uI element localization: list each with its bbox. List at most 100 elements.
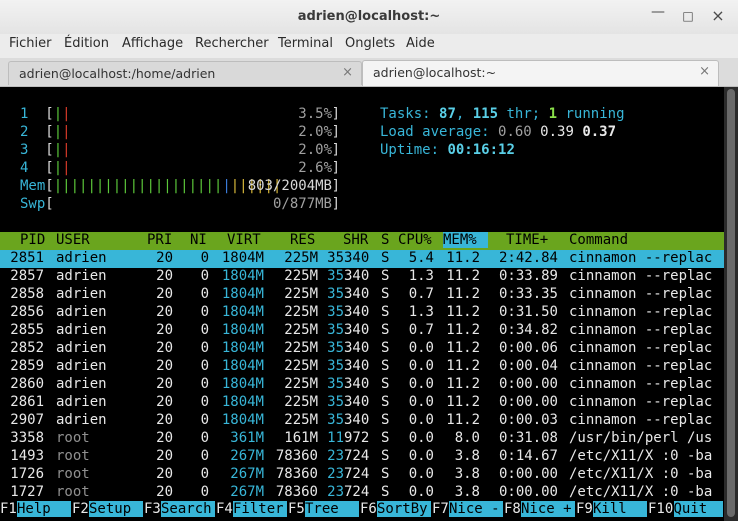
cell-ni: 0: [200, 286, 209, 302]
process-row[interactable]: 1493 root 20 0 267M 78360 23 724 S 0.0 3.8 0:14.67 /…: [0, 448, 724, 466]
cell-mem: 11.2: [446, 250, 480, 266]
col-mem[interactable]: MEM%: [443, 232, 488, 248]
fkey-label[interactable]: Quit: [673, 501, 723, 517]
process-row[interactable]: 2851 adrien 20 0 1804M 225M 35 340 S 5.4 11.2 2:42.…: [0, 250, 724, 268]
col-shr[interactable]: SHR: [343, 232, 368, 248]
menu-terminal[interactable]: Terminal: [278, 36, 333, 51]
cell-res: 225M: [284, 394, 318, 410]
cell-shr-a: 35: [327, 268, 344, 284]
col-s[interactable]: S: [381, 232, 389, 248]
process-row[interactable]: 2852 adrien 20 0 1804M 225M 35 340 S 0.0 11.2 0:00.…: [0, 340, 724, 358]
cell-shr-a: 35: [327, 250, 344, 266]
tab-close-icon[interactable]: ×: [342, 65, 353, 80]
fkey-label[interactable]: SortBy: [377, 501, 431, 517]
cell-time: 0:00.00: [498, 466, 558, 482]
fkey-f7[interactable]: F7: [432, 501, 449, 517]
col-virt[interactable]: VIRT: [227, 232, 261, 248]
cell-mem: 11.2: [446, 286, 480, 302]
tab-home-adrien[interactable]: adrien@localhost:/home/adrien ×: [8, 61, 362, 85]
tab-home[interactable]: adrien@localhost:~ ×: [362, 60, 719, 86]
fkey-label[interactable]: Help: [17, 501, 71, 517]
fkey-label[interactable]: Nice -: [449, 501, 503, 517]
fkey-label[interactable]: Tree: [305, 501, 359, 517]
process-row[interactable]: 2859 adrien 20 0 1804M 225M 35 340 S 0.0 11.2 0:00.…: [0, 358, 724, 376]
col-user[interactable]: USER: [56, 232, 90, 248]
col-pri[interactable]: PRI: [147, 232, 172, 248]
fkey-f5[interactable]: F5: [288, 501, 305, 517]
fkey-f6[interactable]: F6: [360, 501, 377, 517]
process-row[interactable]: 2861 adrien 20 0 1804M 225M 35 340 S 0.0 11.2 0:00.…: [0, 394, 724, 412]
fkey-f4[interactable]: F4: [216, 501, 233, 517]
fkey-label[interactable]: Setup: [89, 501, 143, 517]
cell-cpu: 0.0: [408, 430, 434, 446]
process-table-header[interactable]: PID USER PRI NI VIRT RES SHR S CPU% MEM%…: [0, 232, 724, 250]
cell-time: 0:33.89: [498, 268, 558, 284]
menu-affichage[interactable]: Affichage: [122, 36, 183, 51]
cell-cmd: cinnamon --replac: [569, 358, 713, 374]
col-cpu[interactable]: CPU%: [398, 232, 432, 248]
scrollbar[interactable]: [724, 87, 738, 521]
fkey-f10[interactable]: F10: [648, 501, 674, 517]
process-row[interactable]: 2907 adrien 20 0 1804M 225M 35 340 S 0.0 11.2 0:00.…: [0, 412, 724, 430]
cell-pri: 20: [156, 394, 173, 410]
process-row[interactable]: 2860 adrien 20 0 1804M 225M 35 340 S 0.0 11.2 0:00.…: [0, 376, 724, 394]
cell-s: S: [381, 304, 390, 320]
process-row[interactable]: 1727 root 20 0 267M 78360 23 724 S 0.0 3.8 0:00.00 /…: [0, 484, 724, 502]
fkey-label[interactable]: Kill: [593, 501, 647, 517]
cell-shr-a: 11: [327, 430, 344, 446]
process-row[interactable]: 1726 root 20 0 267M 78360 23 724 S 0.0 3.8 0:00.00 /…: [0, 466, 724, 484]
cell-pid: 2855: [10, 322, 44, 338]
cell-user: adrien: [56, 394, 107, 410]
cell-res: 225M: [284, 412, 318, 428]
cell-shr-a: 23: [327, 466, 344, 482]
cell-shr-b: 340: [344, 358, 370, 374]
cell-user: root: [56, 448, 90, 464]
cell-shr-a: 35: [327, 304, 344, 320]
fkey-f8[interactable]: F8: [504, 501, 521, 517]
tab-close-icon[interactable]: ×: [699, 64, 710, 79]
cell-mem: 11.2: [446, 412, 480, 428]
cell-time: 0:00.00: [498, 484, 558, 500]
col-time[interactable]: TIME+: [506, 232, 548, 248]
process-row[interactable]: 2857 adrien 20 0 1804M 225M 35 340 S 1.3 11.2 0:33.…: [0, 268, 724, 286]
cell-s: S: [381, 286, 390, 302]
col-pid[interactable]: PID: [20, 232, 45, 248]
cell-pri: 20: [156, 286, 173, 302]
menu-edition[interactable]: Édition: [64, 36, 109, 51]
fkey-f3[interactable]: F3: [144, 501, 161, 517]
cell-shr-b: 340: [344, 394, 370, 410]
close-icon[interactable]: ×: [710, 8, 726, 24]
process-row[interactable]: 2858 adrien 20 0 1804M 225M 35 340 S 0.7 11.2 0:33.…: [0, 286, 724, 304]
cell-ni: 0: [200, 250, 209, 266]
cell-shr-a: 35: [327, 376, 344, 392]
menu-rechercher[interactable]: Rechercher: [195, 36, 269, 51]
scrollbar-thumb[interactable]: [727, 89, 735, 517]
fkey-label[interactable]: Nice +: [521, 501, 575, 517]
cell-virt: 1804M: [221, 250, 264, 266]
col-command[interactable]: Command: [569, 232, 628, 248]
maximize-icon[interactable]: □: [680, 8, 696, 24]
col-ni[interactable]: NI: [190, 232, 207, 248]
fkey-f9[interactable]: F9: [576, 501, 593, 517]
cell-s: S: [381, 448, 390, 464]
cpu-percent: 2.0%: [298, 142, 332, 158]
col-res[interactable]: RES: [290, 232, 315, 248]
minimize-icon[interactable]: —: [650, 4, 666, 20]
cell-cpu: 1.3: [408, 268, 434, 284]
swap-meter: Swp[0/877MB]: [20, 196, 340, 212]
process-row[interactable]: 3358 root 20 0 361M 161M 11 972 S 0.0 8.0 0:31.08/u…: [0, 430, 724, 448]
menu-aide[interactable]: Aide: [406, 36, 435, 51]
cell-res: 78360: [275, 466, 318, 482]
title-bar[interactable]: adrien@localhost:~ — □ ×: [0, 0, 738, 35]
menu-onglets[interactable]: Onglets: [345, 36, 395, 51]
fkey-label[interactable]: Search: [161, 501, 215, 517]
menu-fichier[interactable]: Fichier: [9, 36, 52, 51]
cell-mem: 11.2: [446, 268, 480, 284]
terminal-area[interactable]: 1 [|| 3.5%] 2 [|| 2.0%] 3 [|| 2.0%] 4 [|| 2.…: [0, 87, 738, 521]
process-row[interactable]: 2856 adrien 20 0 1804M 225M 35 340 S 1.3 11.2 0:31.…: [0, 304, 724, 322]
cell-user: adrien: [56, 250, 107, 266]
fkey-f2[interactable]: F2: [72, 501, 89, 517]
process-row[interactable]: 2855 adrien 20 0 1804M 225M 35 340 S 0.7 11.2 0:34.…: [0, 322, 724, 340]
fkey-label[interactable]: Filter: [233, 501, 287, 517]
fkey-f1[interactable]: F1: [0, 501, 17, 517]
